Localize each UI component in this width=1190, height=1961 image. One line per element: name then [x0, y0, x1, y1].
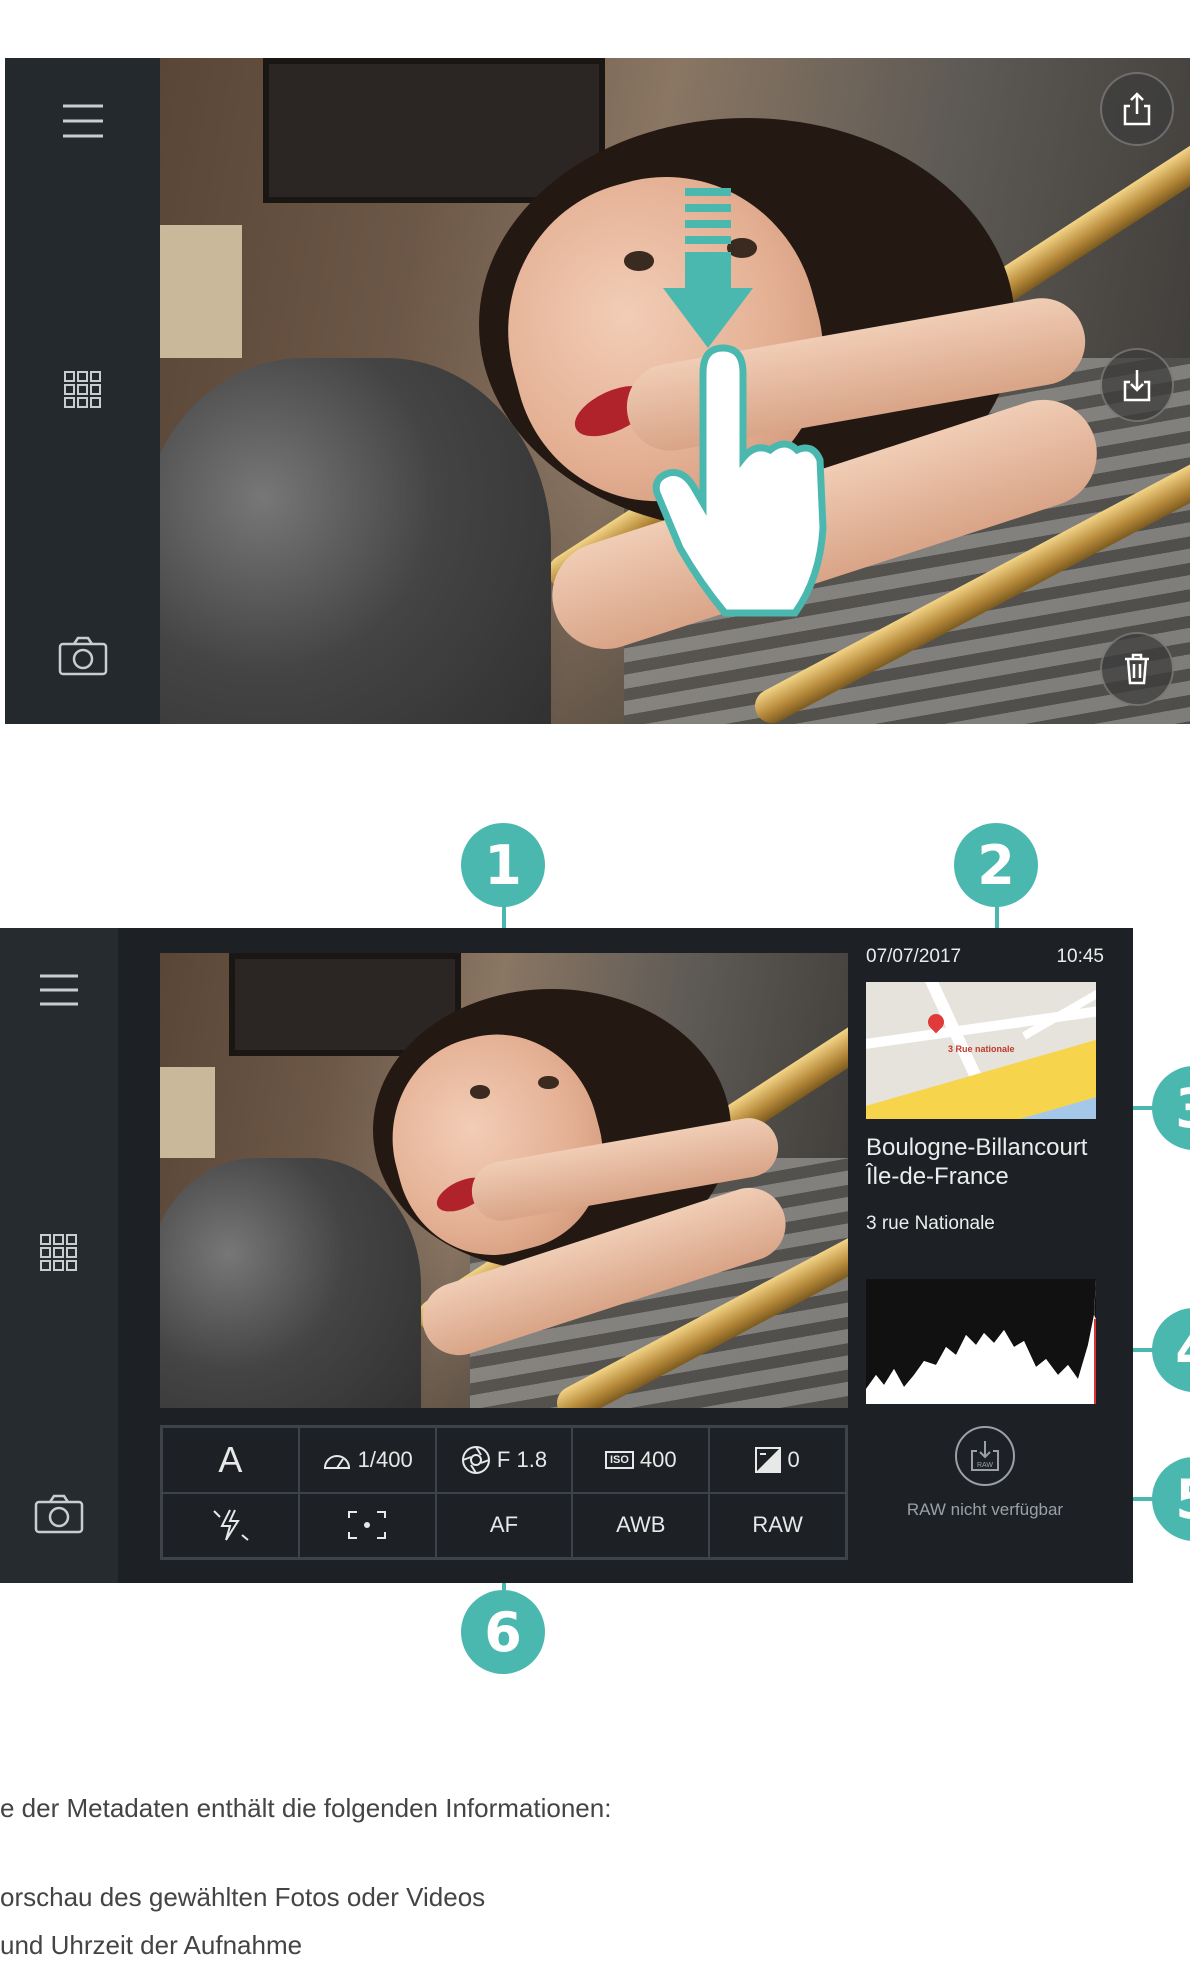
date-time-row: 07/07/2017 10:45: [866, 946, 1104, 968]
download-button[interactable]: [1100, 348, 1174, 422]
callout-2: 2: [954, 823, 1038, 907]
flash-mode[interactable]: [162, 1492, 299, 1558]
region-name: Île-de-France: [866, 1163, 1009, 1190]
menu-icon[interactable]: [61, 102, 105, 145]
exposure-mode[interactable]: A: [162, 1427, 299, 1493]
metering-mode[interactable]: [298, 1492, 436, 1558]
location-map[interactable]: 3 Rue nationale: [866, 982, 1096, 1119]
white-balance[interactable]: AWB: [572, 1492, 710, 1558]
trash-icon: [1125, 653, 1149, 685]
metadata-screen: A 1/400 F 1.8 ISO 400 0 AF AWB RAW 07/07…: [0, 928, 1133, 1583]
callout-4: 4: [1152, 1308, 1190, 1392]
shutter-speed-value: 1/400: [357, 1446, 413, 1472]
sidebar: [5, 58, 160, 724]
exposure-value: 0: [787, 1446, 800, 1472]
photo-preview[interactable]: [160, 953, 848, 1408]
raw-status: RAW RAW nicht verfügbar: [866, 1426, 1104, 1520]
iso[interactable]: ISO 400: [572, 1427, 710, 1493]
shutter-speed[interactable]: 1/400: [298, 1427, 436, 1493]
focus-mode-value: AF: [489, 1512, 519, 1538]
swipe-down-gesture-icon: [645, 188, 845, 643]
share-button[interactable]: [1100, 72, 1174, 146]
exposure-icon: [755, 1446, 782, 1473]
aperture-icon: [461, 1445, 490, 1474]
camera-settings-grid: A 1/400 F 1.8 ISO 400 0 AF AWB RAW: [160, 1425, 848, 1560]
raw-status-label: RAW nicht verfügbar: [906, 1500, 1064, 1519]
camera-icon[interactable]: [58, 636, 108, 681]
callout-5: 5: [1152, 1457, 1190, 1541]
histogram-graph: [866, 1279, 1096, 1404]
flash-off-icon: [213, 1509, 250, 1542]
menu-icon[interactable]: [38, 972, 80, 1013]
metadata-panel: 07/07/2017 10:45 3 Rue nationale Boulogn…: [866, 946, 1104, 1566]
location-city: Boulogne-Billancourt Île-de-France: [866, 1133, 1104, 1191]
callout-3: 3: [1152, 1066, 1190, 1150]
shutter-speed-icon: [323, 1454, 350, 1469]
grid-icon[interactable]: [63, 370, 103, 415]
iso-value: 400: [639, 1446, 677, 1472]
description-line-1: e der Metadaten enthält die folgenden In…: [0, 1793, 612, 1823]
callout-6: 6: [461, 1590, 545, 1674]
capture-time: 10:45: [1056, 946, 1104, 967]
callout-1: 1: [461, 823, 545, 907]
capture-date: 07/07/2017: [866, 946, 962, 967]
sidebar: [0, 928, 118, 1583]
focus-mode[interactable]: AF: [435, 1492, 573, 1558]
file-format-value: RAW: [752, 1512, 803, 1538]
grid-icon[interactable]: [39, 1233, 79, 1278]
aperture[interactable]: F 1.8: [435, 1427, 573, 1493]
raw-icon-text: RAW: [977, 1462, 993, 1469]
location-street: 3 rue Nationale: [866, 1213, 995, 1234]
map-label: 3 Rue nationale: [948, 1044, 1015, 1054]
white-balance-value: AWB: [616, 1512, 666, 1538]
portrait-photo: [160, 953, 848, 1408]
iso-icon: ISO: [604, 1450, 634, 1469]
exposure-mode-value: A: [218, 1438, 243, 1480]
download-icon: [1123, 370, 1151, 402]
histogram: [866, 1279, 1096, 1404]
city-name: Boulogne-Billancourt: [866, 1134, 1088, 1161]
camera-icon[interactable]: [34, 1494, 84, 1539]
list-item-2: und Uhrzeit der Aufnahme: [0, 1930, 303, 1960]
photo-viewer-screen: [5, 58, 1190, 724]
aperture-value: F 1.8: [496, 1446, 548, 1472]
metering-icon: [348, 1511, 387, 1540]
share-icon: [1123, 92, 1151, 126]
photo-preview[interactable]: [160, 58, 1190, 724]
list-item-1: orschau des gewählten Fotos oder Videos: [0, 1882, 486, 1912]
file-format[interactable]: RAW: [709, 1492, 846, 1558]
delete-button[interactable]: [1100, 632, 1174, 706]
raw-download-icon[interactable]: RAW: [955, 1426, 1015, 1486]
exposure-compensation[interactable]: 0: [709, 1427, 846, 1493]
